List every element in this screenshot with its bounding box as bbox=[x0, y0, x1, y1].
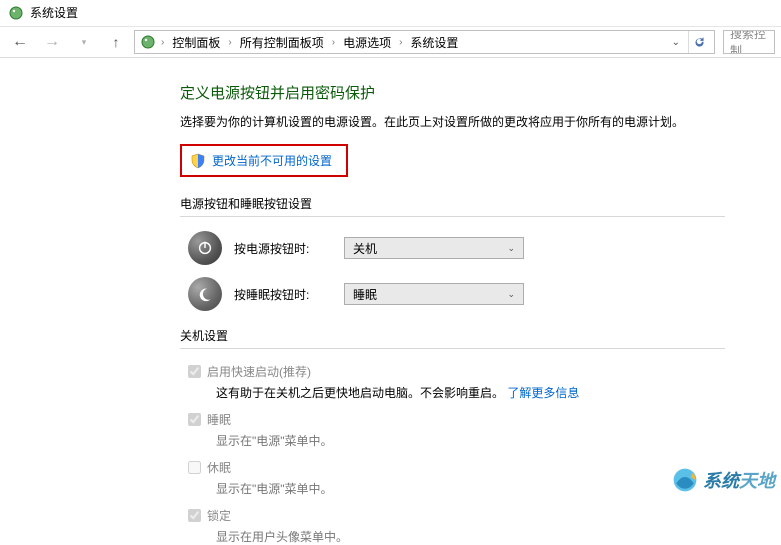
fast-startup-checkbox[interactable] bbox=[188, 365, 201, 378]
page-description: 选择要为你的计算机设置的电源设置。在此页上对设置所做的更改将应用于你所有的电源计… bbox=[180, 113, 781, 130]
watermark-text-1: 系统 bbox=[703, 471, 739, 491]
chevron-down-icon: ⌄ bbox=[507, 289, 515, 300]
arrow-left-icon: ← bbox=[12, 34, 28, 50]
breadcrumb-system-settings[interactable]: 系统设置 bbox=[406, 32, 462, 53]
watermark: 系统天地 bbox=[671, 466, 775, 494]
refresh-icon bbox=[693, 36, 706, 49]
fast-startup-desc-text: 这有助于在关机之后更快地启动电脑。不会影响重启。 bbox=[216, 386, 504, 400]
watermark-text: 系统天地 bbox=[703, 467, 775, 493]
arrow-up-icon: ↑ bbox=[113, 34, 120, 50]
shutdown-section-title: 关机设置 bbox=[180, 327, 781, 344]
sleep-button-row: 按睡眠按钮时: 睡眠 ⌄ bbox=[188, 277, 781, 311]
power-button-label: 按电源按钮时: bbox=[234, 240, 344, 257]
fast-startup-option[interactable]: 启用快速启动(推荐) bbox=[188, 363, 781, 380]
sleep-option-desc: 显示在"电源"菜单中。 bbox=[216, 432, 781, 449]
breadcrumb-separator-icon: › bbox=[330, 37, 337, 48]
breadcrumb-separator-icon: › bbox=[159, 37, 166, 48]
breadcrumb-control-panel[interactable]: 控制面板 bbox=[168, 32, 224, 53]
lock-checkbox[interactable] bbox=[188, 509, 201, 522]
lock-option-desc: 显示在用户头像菜单中。 bbox=[216, 528, 781, 545]
breadcrumb-all-items[interactable]: 所有控制面板项 bbox=[236, 32, 328, 53]
watermark-text-2: 天地 bbox=[739, 471, 775, 491]
search-input[interactable]: 搜索控制 bbox=[723, 30, 775, 54]
power-button-select[interactable]: 关机 ⌄ bbox=[344, 237, 524, 259]
breadcrumb-separator-icon: › bbox=[397, 37, 404, 48]
change-unavailable-link[interactable]: 更改当前不可用的设置 bbox=[212, 152, 332, 169]
buttons-section-title: 电源按钮和睡眠按钮设置 bbox=[180, 195, 781, 212]
up-button[interactable]: ↑ bbox=[102, 29, 130, 55]
power-icon bbox=[188, 231, 222, 265]
sleep-checkbox[interactable] bbox=[188, 413, 201, 426]
back-button[interactable]: ← bbox=[6, 29, 34, 55]
breadcrumb-power-options[interactable]: 电源选项 bbox=[339, 32, 395, 53]
lock-option-label: 锁定 bbox=[207, 507, 231, 524]
fast-startup-label: 启用快速启动(推荐) bbox=[207, 363, 311, 380]
sleep-button-value: 睡眠 bbox=[353, 286, 377, 303]
section-divider bbox=[180, 348, 725, 349]
address-bar[interactable]: › 控制面板 › 所有控制面板项 › 电源选项 › 系统设置 ⌄ bbox=[134, 30, 715, 54]
chevron-down-icon: ▾ bbox=[82, 37, 87, 48]
window-titlebar: 系统设置 bbox=[0, 0, 781, 26]
navigation-bar: ← → ▾ ↑ › 控制面板 › 所有控制面板项 › 电源选项 › 系统设置 ⌄… bbox=[0, 26, 781, 58]
section-divider bbox=[180, 216, 725, 217]
address-dropdown-icon[interactable]: ⌄ bbox=[668, 37, 684, 48]
fast-startup-desc: 这有助于在关机之后更快地启动电脑。不会影响重启。 了解更多信息 bbox=[216, 384, 781, 401]
sleep-option[interactable]: 睡眠 bbox=[188, 411, 781, 428]
shield-icon bbox=[190, 153, 206, 169]
power-button-row: 按电源按钮时: 关机 ⌄ bbox=[188, 231, 781, 265]
folder-icon bbox=[139, 33, 157, 51]
sleep-option-label: 睡眠 bbox=[207, 411, 231, 428]
learn-more-link[interactable]: 了解更多信息 bbox=[507, 386, 579, 400]
refresh-button[interactable] bbox=[688, 31, 710, 53]
change-unavailable-highlight: 更改当前不可用的设置 bbox=[180, 144, 348, 177]
window-title: 系统设置 bbox=[30, 4, 78, 21]
content-area: 定义电源按钮并启用密码保护 选择要为你的计算机设置的电源设置。在此页上对设置所做… bbox=[0, 58, 781, 545]
sleep-icon bbox=[188, 277, 222, 311]
app-icon bbox=[8, 5, 24, 21]
recent-dropdown-button[interactable]: ▾ bbox=[70, 29, 98, 55]
sleep-button-label: 按睡眠按钮时: bbox=[234, 286, 344, 303]
page-heading: 定义电源按钮并启用密码保护 bbox=[180, 82, 781, 103]
hibernate-checkbox[interactable] bbox=[188, 461, 201, 474]
search-placeholder: 搜索控制 bbox=[730, 30, 768, 54]
arrow-right-icon: → bbox=[44, 34, 60, 50]
watermark-icon bbox=[671, 466, 699, 494]
chevron-down-icon: ⌄ bbox=[507, 243, 515, 254]
lock-option[interactable]: 锁定 bbox=[188, 507, 781, 524]
forward-button[interactable]: → bbox=[38, 29, 66, 55]
hibernate-option-label: 休眠 bbox=[207, 459, 231, 476]
sleep-button-select[interactable]: 睡眠 ⌄ bbox=[344, 283, 524, 305]
shutdown-options: 启用快速启动(推荐) 这有助于在关机之后更快地启动电脑。不会影响重启。 了解更多… bbox=[188, 363, 781, 545]
power-button-value: 关机 bbox=[353, 240, 377, 257]
breadcrumb-separator-icon: › bbox=[226, 37, 233, 48]
